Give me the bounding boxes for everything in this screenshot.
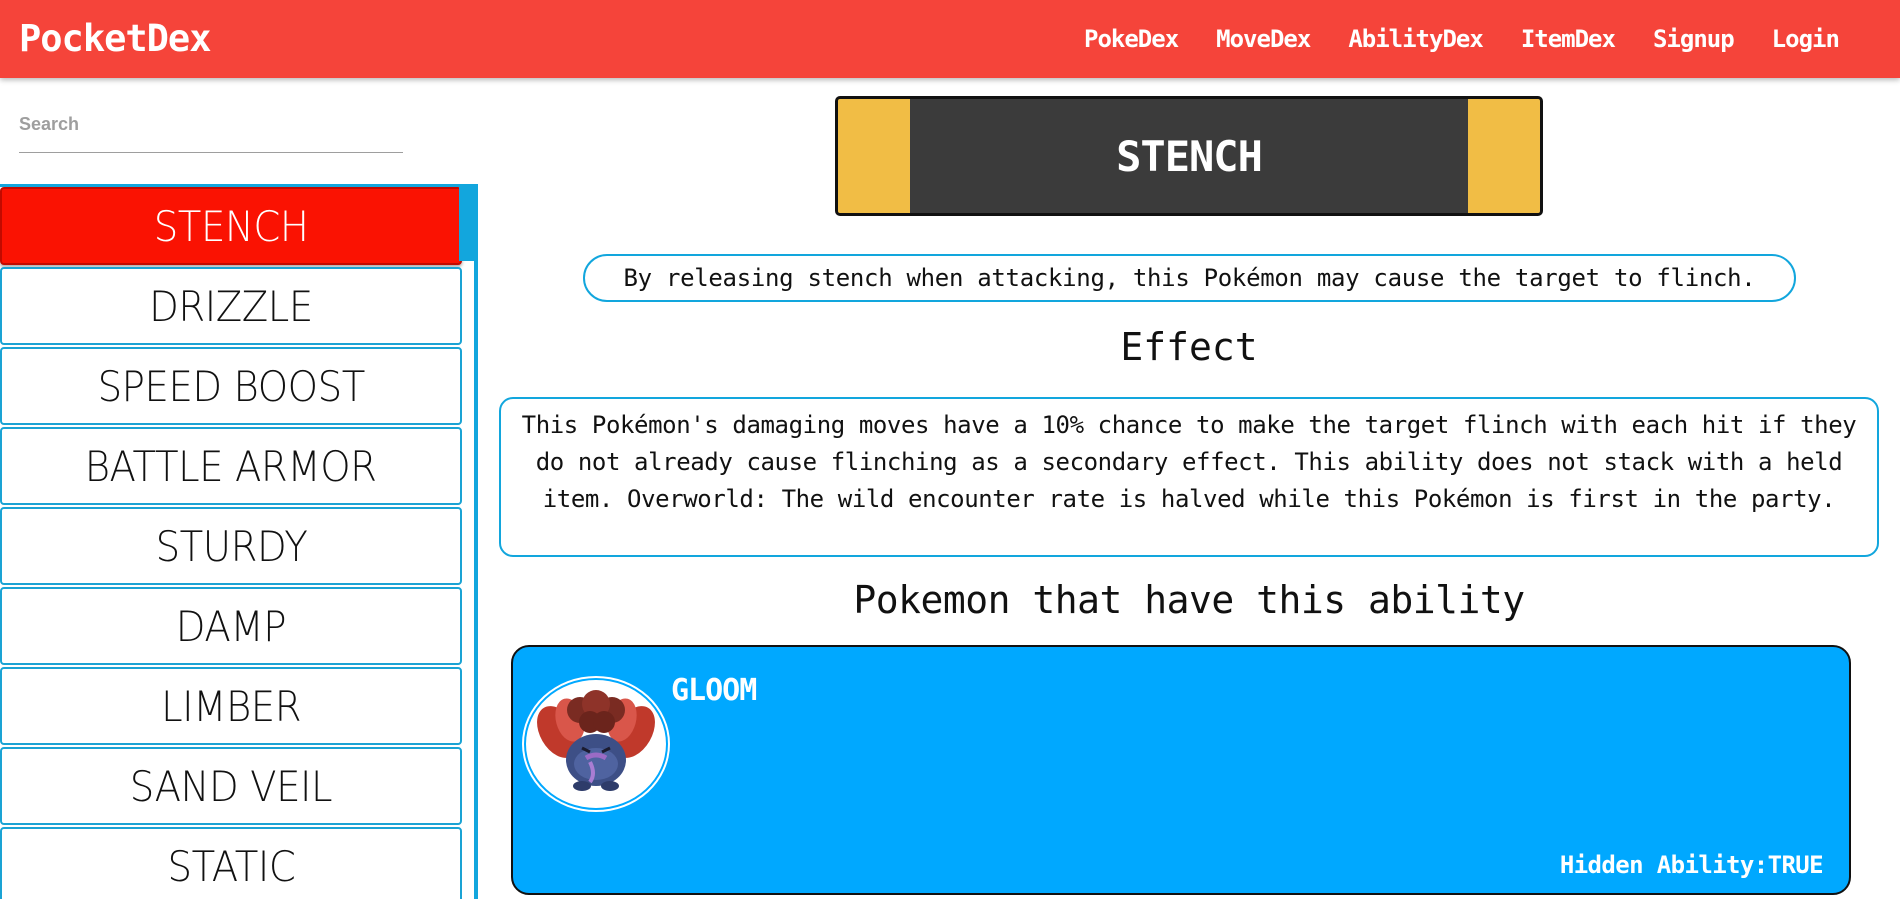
ability-item-sturdy[interactable]: STURDY — [0, 507, 462, 585]
ability-item-static[interactable]: STATIC — [0, 827, 462, 899]
search-input[interactable] — [19, 104, 403, 144]
ability-item-stench[interactable]: STENCH — [0, 187, 462, 265]
ability-item-label: DRIZZLE — [149, 281, 313, 331]
nav-link-signup[interactable]: Signup — [1653, 25, 1735, 53]
ability-item-sand-veil[interactable]: SAND VEIL — [0, 747, 462, 825]
ability-item-label: BATTLE ARMOR — [85, 441, 377, 491]
effect-heading: Effect — [1120, 325, 1258, 369]
nav-link-abilitydex[interactable]: AbilityDex — [1348, 25, 1483, 53]
ability-title-banner: STENCH — [835, 96, 1543, 216]
ability-title-panel: STENCH — [910, 99, 1468, 213]
nav-link-login[interactable]: Login — [1772, 25, 1840, 53]
ability-item-damp[interactable]: DAMP — [0, 587, 462, 665]
ability-item-label: LIMBER — [160, 681, 302, 731]
nav-links: PokeDex MoveDex AbilityDex ItemDex Signu… — [1084, 0, 1840, 78]
ability-title: STENCH — [1116, 131, 1263, 181]
ability-item-label: SPEED BOOST — [97, 361, 365, 411]
nav-link-pokedex[interactable]: PokeDex — [1084, 25, 1179, 53]
ability-item-label: SAND VEIL — [129, 761, 333, 811]
ability-short-description: By releasing stench when attacking, this… — [583, 254, 1796, 302]
ability-item-drizzle[interactable]: DRIZZLE — [0, 267, 462, 345]
ability-list-scrollbar[interactable] — [459, 187, 474, 261]
pokemon-name[interactable]: GLOOM — [671, 673, 757, 708]
ability-item-speed-boost[interactable]: SPEED BOOST — [0, 347, 462, 425]
brand-logo[interactable]: PocketDex — [19, 0, 211, 78]
ability-item-label: STATIC — [167, 841, 295, 891]
ability-item-label: STENCH — [153, 201, 309, 251]
gloom-sprite-icon — [526, 680, 666, 808]
pokemon-list-heading: Pokemon that have this ability — [853, 578, 1525, 622]
pokemon-card-gloom[interactable]: GLOOM Hidden Ability:TRUE — [511, 645, 1851, 895]
top-navbar: PocketDex PokeDex MoveDex AbilityDex Ite… — [0, 0, 1900, 78]
ability-item-label: DAMP — [175, 601, 287, 651]
gloom-sprite-svg — [537, 690, 655, 791]
ability-item-battle-armor[interactable]: BATTLE ARMOR — [0, 427, 462, 505]
ability-item-label: STURDY — [155, 521, 307, 571]
ability-list[interactable]: STENCH DRIZZLE SPEED BOOST BATTLE ARMOR … — [0, 184, 478, 899]
nav-link-movedex[interactable]: MoveDex — [1216, 25, 1311, 53]
nav-link-itemdex[interactable]: ItemDex — [1521, 25, 1616, 53]
hidden-ability-status: Hidden Ability:TRUE — [1559, 851, 1824, 879]
search-field-wrapper — [19, 104, 403, 153]
ability-effect-text: This Pokémon's damaging moves have a 10%… — [499, 397, 1879, 557]
ability-item-limber[interactable]: LIMBER — [0, 667, 462, 745]
